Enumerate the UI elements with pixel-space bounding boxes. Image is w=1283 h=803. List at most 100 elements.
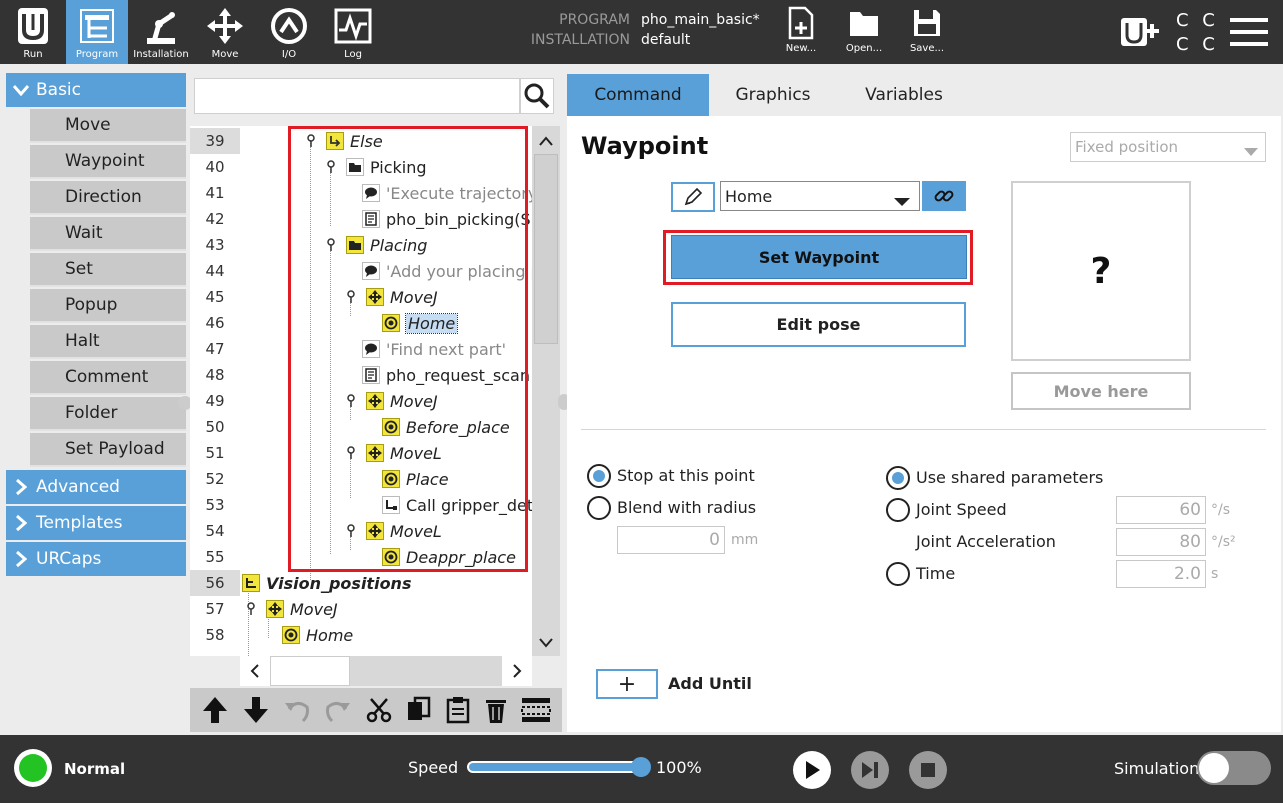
joint-speed-label: Joint Speed: [916, 500, 1007, 519]
time-input[interactable]: 2.0: [1116, 560, 1206, 588]
save-button[interactable]: Save...: [904, 0, 950, 64]
chevron-right-icon: [6, 550, 36, 568]
rename-button[interactable]: [671, 182, 715, 212]
tab-command[interactable]: Command: [567, 74, 709, 116]
stop-at-point-radio[interactable]: [587, 464, 611, 488]
link-waypoint-button[interactable]: [922, 181, 966, 211]
use-shared-params-radio[interactable]: [886, 466, 910, 490]
position-type-value: Fixed position: [1075, 138, 1179, 156]
save-button-label: Save...: [909, 43, 945, 54]
blend-radius-radio[interactable]: [587, 496, 611, 520]
command-panel: Command Graphics Variables Waypoint Fixe…: [567, 72, 1281, 732]
divider: [581, 429, 1266, 430]
open-button-label: Open...: [845, 43, 883, 54]
tree-horizontal-scrollbar[interactable]: [240, 656, 532, 686]
blend-radius-input[interactable]: 0: [617, 526, 725, 554]
tree-node-waypoint[interactable]: Home: [282, 622, 353, 648]
suppress-icon[interactable]: [521, 696, 552, 724]
copy-icon[interactable]: [406, 696, 432, 724]
section-urcaps[interactable]: URCaps: [6, 542, 186, 576]
nav-move-label: Move: [211, 49, 239, 60]
chevron-right-icon[interactable]: [502, 656, 532, 686]
tool-wait[interactable]: Wait: [30, 217, 186, 251]
time-label: Time: [916, 564, 956, 583]
tool-set-payload[interactable]: Set Payload: [30, 433, 186, 467]
delete-trash-icon[interactable]: [484, 696, 508, 724]
section-basic[interactable]: Basic: [6, 73, 186, 107]
joint-accel-label: Joint Acceleration: [916, 532, 1056, 551]
nav-run[interactable]: Run: [4, 0, 62, 64]
chevron-down-icon: [1243, 143, 1259, 161]
tool-set[interactable]: Set: [30, 253, 186, 287]
section-advanced[interactable]: Advanced: [6, 470, 186, 504]
nav-log[interactable]: Log: [324, 0, 382, 64]
add-until-button[interactable]: +: [596, 669, 658, 699]
cc-indicator-bottom: C C: [1176, 34, 1219, 55]
new-button[interactable]: New...: [778, 0, 824, 64]
paste-clipboard-icon[interactable]: [445, 696, 471, 724]
position-type-dropdown[interactable]: Fixed position: [1070, 132, 1266, 162]
open-button[interactable]: Open...: [840, 0, 888, 64]
tree-node-movej[interactable]: MoveJ: [242, 596, 338, 622]
urplus-logo-icon[interactable]: [1120, 16, 1164, 52]
play-button[interactable]: [793, 751, 831, 789]
chevron-left-icon[interactable]: [240, 656, 270, 686]
tree-search-input[interactable]: [194, 78, 520, 114]
section-templates[interactable]: Templates: [6, 506, 186, 540]
play-icon: [806, 761, 820, 779]
hamburger-menu-icon[interactable]: [1230, 16, 1268, 52]
tool-direction[interactable]: Direction: [30, 181, 186, 215]
simulation-toggle[interactable]: [1197, 751, 1271, 785]
section-basic-label: Basic: [36, 80, 82, 100]
joint-accel-input[interactable]: 80: [1116, 528, 1206, 556]
tree-vertical-scrollbar[interactable]: [532, 126, 560, 656]
chevron-down-icon: [6, 84, 36, 96]
edit-pose-button[interactable]: Edit pose: [671, 302, 966, 347]
speed-slider[interactable]: [467, 761, 643, 773]
line-number: 40: [205, 158, 225, 176]
joint-speed-radio[interactable]: [886, 498, 910, 522]
tree-node-subprogram[interactable]: Vision_positions: [242, 570, 411, 596]
installation-name: default: [641, 32, 691, 48]
speed-slider-handle[interactable]: [631, 757, 651, 777]
line-number: 46: [205, 314, 225, 332]
nav-move[interactable]: Move: [196, 0, 254, 64]
chevron-down-icon[interactable]: [538, 634, 554, 653]
tool-popup[interactable]: Popup: [30, 289, 186, 323]
robot-status-button[interactable]: [14, 749, 52, 787]
scrollbar-thumb[interactable]: [270, 656, 350, 686]
move-up-icon[interactable]: [201, 695, 229, 725]
tool-folder[interactable]: Folder: [30, 397, 186, 431]
scrollbar-thumb[interactable]: [534, 154, 558, 344]
stop-icon: [921, 763, 935, 777]
line-number: 47: [205, 340, 225, 358]
subprogram-icon: [242, 574, 260, 592]
status-green-icon: [19, 754, 47, 782]
chevron-up-icon[interactable]: [538, 132, 554, 151]
cut-scissors-icon[interactable]: [365, 696, 393, 724]
tool-waypoint[interactable]: Waypoint: [30, 145, 186, 179]
waypoint-name-dropdown[interactable]: Home: [720, 181, 920, 211]
nav-io[interactable]: I/O: [258, 0, 320, 64]
search-button[interactable]: [520, 78, 554, 114]
joint-speed-input[interactable]: 60: [1116, 496, 1206, 524]
time-radio[interactable]: [886, 562, 910, 586]
tab-variables[interactable]: Variables: [839, 74, 969, 116]
tab-graphics[interactable]: Graphics: [711, 74, 835, 116]
stop-button[interactable]: [909, 751, 947, 789]
move-here-button[interactable]: Move here: [1011, 372, 1191, 410]
link-chain-icon: [934, 190, 954, 202]
line-number: 44: [205, 262, 225, 280]
toolbox-indent: [6, 108, 30, 468]
tool-comment[interactable]: Comment: [30, 361, 186, 395]
folder-open-icon: [850, 12, 878, 36]
nav-program[interactable]: Program: [66, 0, 128, 64]
redo-icon[interactable]: [324, 697, 352, 723]
undo-icon[interactable]: [283, 697, 311, 723]
tool-move[interactable]: Move: [30, 109, 186, 143]
step-button[interactable]: [851, 751, 889, 789]
move-down-icon[interactable]: [242, 695, 270, 725]
tool-halt[interactable]: Halt: [30, 325, 186, 359]
nav-installation[interactable]: Installation: [130, 0, 192, 64]
set-waypoint-button[interactable]: Set Waypoint: [671, 235, 967, 279]
